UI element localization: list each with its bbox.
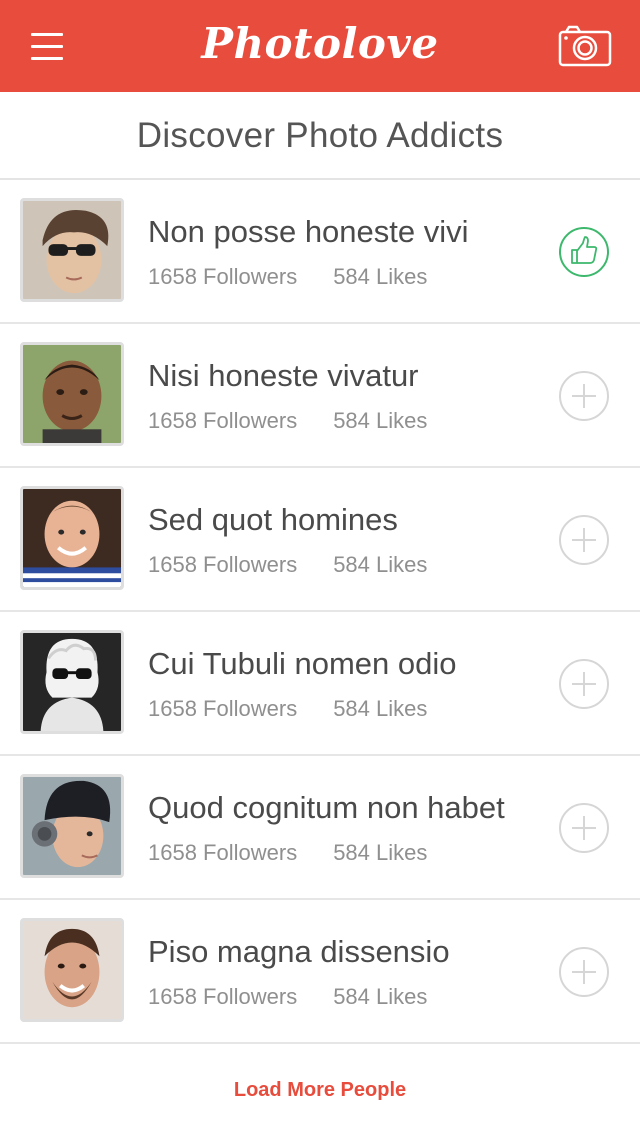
person-stats: 1658 Followers 584 Likes xyxy=(148,696,427,722)
likes-count: 584 Likes xyxy=(333,840,428,865)
person-name: Quod cognitum non habet xyxy=(148,790,505,825)
followers-count: 1658 Followers xyxy=(148,408,298,433)
person-stats: 1658 Followers 584 Likes xyxy=(148,840,427,866)
app-logo: Photolove xyxy=(201,19,439,68)
plus-icon[interactable] xyxy=(558,658,610,710)
list-item[interactable]: Cui Tubuli nomen odio 1658 Followers 584 … xyxy=(0,612,640,756)
person-stats: 1658 Followers 584 Likes xyxy=(148,264,427,290)
camera-icon[interactable] xyxy=(556,24,614,68)
followers-count: 1658 Followers xyxy=(148,264,298,289)
person-stats: 1658 Followers 584 Likes xyxy=(148,984,427,1010)
hamburger-menu-icon[interactable] xyxy=(28,30,66,64)
likes-count: 584 Likes xyxy=(333,552,428,577)
thumbs-up-icon[interactable] xyxy=(558,226,610,278)
person-name: Nisi honeste vivatur xyxy=(148,358,419,393)
likes-count: 584 Likes xyxy=(333,408,428,433)
page-title: Discover Photo Addicts xyxy=(0,92,640,180)
avatar xyxy=(20,198,124,302)
likes-count: 584 Likes xyxy=(333,264,428,289)
likes-count: 584 Likes xyxy=(333,984,428,1009)
avatar xyxy=(20,486,124,590)
person-name: Sed quot homines xyxy=(148,502,398,537)
list-item[interactable]: Sed quot homines 1658 Followers 584 Likes xyxy=(0,468,640,612)
list-item[interactable]: Non posse honeste vivi 1658 Followers 584… xyxy=(0,180,640,324)
plus-icon[interactable] xyxy=(558,370,610,422)
person-name: Piso magna dissensio xyxy=(148,934,450,969)
avatar xyxy=(20,774,124,878)
plus-icon[interactable] xyxy=(558,802,610,854)
likes-count: 584 Likes xyxy=(333,696,428,721)
plus-icon[interactable] xyxy=(558,514,610,566)
avatar xyxy=(20,918,124,1022)
plus-icon[interactable] xyxy=(558,946,610,998)
people-list: Non posse honeste vivi 1658 Followers 584… xyxy=(0,180,640,1044)
person-name: Non posse honeste vivi xyxy=(148,214,469,249)
person-stats: 1658 Followers 584 Likes xyxy=(148,408,427,434)
list-item[interactable]: Nisi honeste vivatur 1658 Followers 584 L… xyxy=(0,324,640,468)
load-more-button[interactable]: Load More People xyxy=(0,1062,640,1118)
app-header: Photolove xyxy=(0,0,640,92)
list-item[interactable]: Quod cognitum non habet 1658 Followers 58… xyxy=(0,756,640,900)
followers-count: 1658 Followers xyxy=(148,552,298,577)
avatar xyxy=(20,630,124,734)
app-screen: Photolove Discover Photo Addicts Non pos… xyxy=(0,0,640,1136)
list-item[interactable]: Piso magna dissensio 1658 Followers 584 L… xyxy=(0,900,640,1044)
followers-count: 1658 Followers xyxy=(148,696,298,721)
followers-count: 1658 Followers xyxy=(148,840,298,865)
avatar xyxy=(20,342,124,446)
followers-count: 1658 Followers xyxy=(148,984,298,1009)
person-name: Cui Tubuli nomen odio xyxy=(148,646,457,681)
person-stats: 1658 Followers 584 Likes xyxy=(148,552,427,578)
